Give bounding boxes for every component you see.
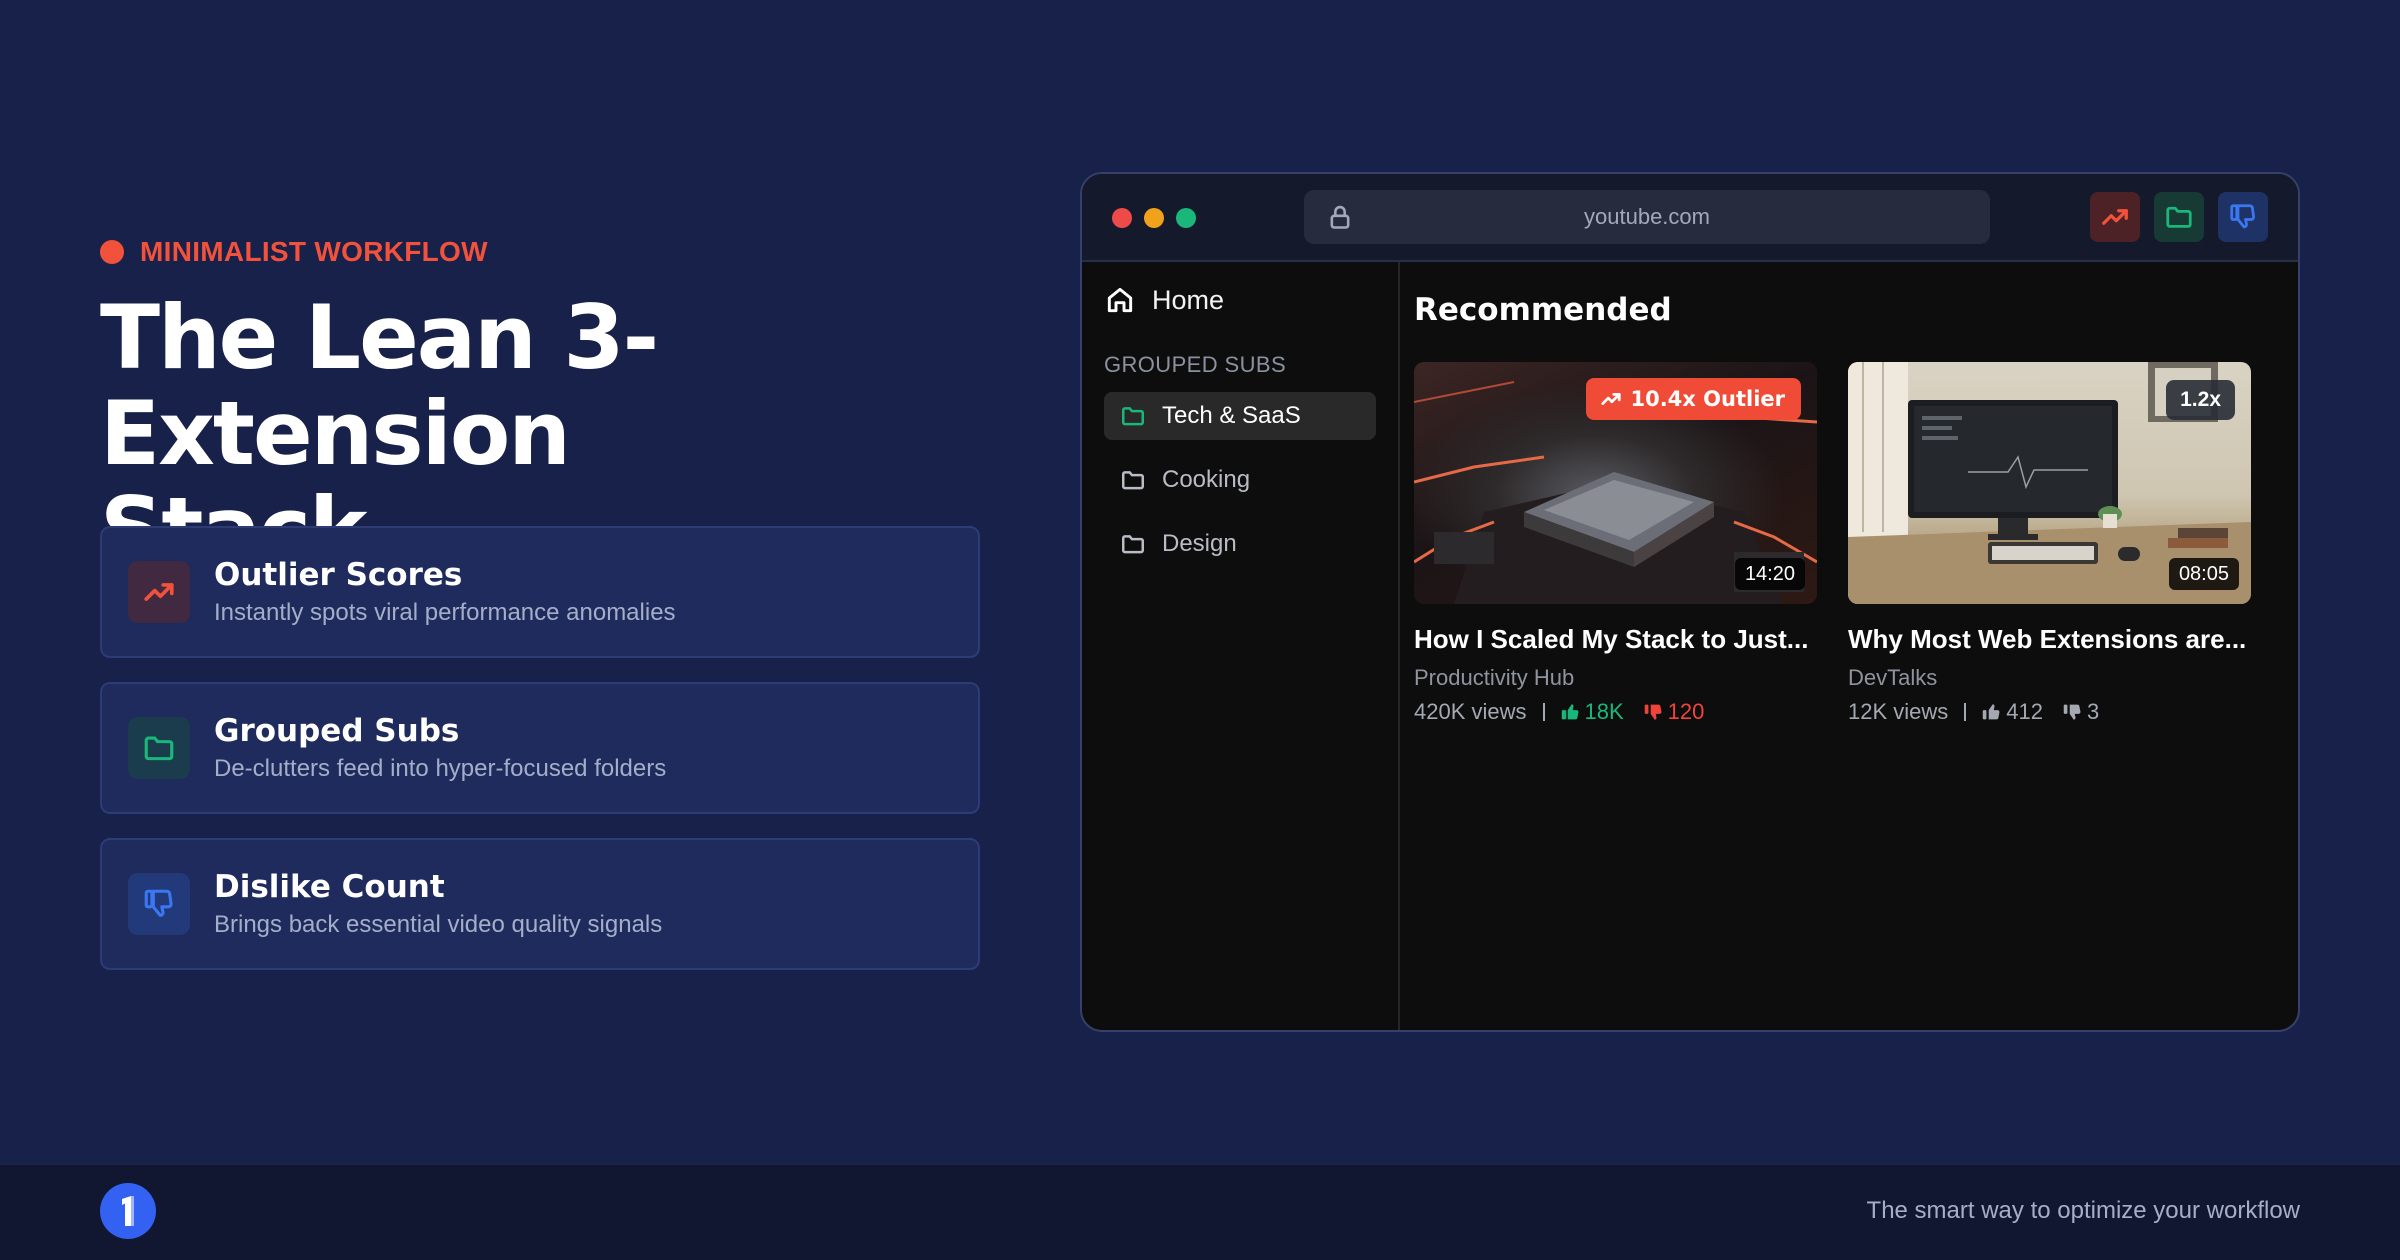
like-count: 412 — [1980, 699, 2043, 725]
sidebar-item-label: Tech & SaaS — [1162, 402, 1301, 429]
thumbs-down-icon — [2063, 704, 2081, 720]
trending-up-icon — [2102, 209, 2128, 225]
extension-toolbar — [2090, 192, 2268, 242]
like-count: 18K — [1559, 699, 1624, 725]
feature-description: Instantly spots viral performance anomal… — [214, 599, 676, 626]
video-stats: 12K views 412 3 — [1848, 699, 2251, 725]
video-card[interactable]: 1.2x 08:05 Why Most Web Extensions are..… — [1848, 362, 2251, 725]
lock-icon — [1330, 205, 1350, 229]
dislike-count-value: 120 — [1667, 699, 1705, 724]
trending-up-icon — [1601, 393, 1622, 405]
grouped-subs-extension-button[interactable] — [2154, 192, 2204, 242]
sidebar-item-design[interactable]: Design — [1104, 520, 1376, 568]
folder-list: Tech & SaaS Cooking Design — [1104, 392, 1376, 584]
sidebar-item-tech-saas[interactable]: Tech & SaaS — [1104, 392, 1376, 440]
brand-logo — [100, 1183, 156, 1239]
video-duration: 14:20 — [1734, 558, 1805, 590]
view-count: 12K views — [1848, 699, 1949, 724]
outlier-badge: 1.2x — [2166, 380, 2235, 420]
url-text: youtube.com — [1584, 204, 1710, 229]
section-title: Recommended — [1414, 292, 1672, 328]
feature-title: Grouped Subs — [214, 713, 460, 749]
folder-icon — [128, 717, 190, 779]
footer-tagline: The smart way to optimize your workflow — [1866, 1197, 2300, 1224]
feature-description: De-clutters feed into hyper-focused fold… — [214, 755, 667, 782]
feature-description: Brings back essential video quality sign… — [214, 911, 663, 938]
outlier-badge: 10.4x Outlier — [1586, 378, 1801, 420]
folder-icon — [2166, 206, 2192, 228]
dislike-count: 3 — [2061, 699, 2099, 725]
thumbs-up-icon — [1983, 704, 2000, 720]
main-feed: Recommended 10.4x Outlier 14:20 How I Sc… — [1412, 262, 2298, 1030]
sidebar-section-label: GROUPED SUBS — [1104, 352, 1287, 377]
feature-card-grouped-subs: Grouped Subs De-clutters feed into hyper… — [100, 682, 980, 814]
footer: The smart way to optimize your workflow — [0, 1164, 2400, 1260]
thumbs-down-icon — [1644, 704, 1662, 720]
video-thumbnail[interactable]: 1.2x 08:05 — [1848, 362, 2251, 604]
folder-icon — [1122, 535, 1144, 554]
channel-name[interactable]: DevTalks — [1848, 665, 2251, 691]
home-icon — [1107, 287, 1133, 313]
thumbs-down-icon — [128, 873, 190, 935]
channel-name[interactable]: Productivity Hub — [1414, 665, 1817, 691]
stats-divider — [1542, 703, 1545, 721]
thumbs-down-icon — [2230, 204, 2255, 229]
video-duration: 08:05 — [2168, 558, 2239, 590]
eyebrow: MINIMALIST WORKFLOW — [100, 232, 980, 272]
close-window-button[interactable] — [1112, 208, 1132, 228]
video-title[interactable]: Why Most Web Extensions are... — [1848, 624, 2251, 655]
feature-title: Dislike Count — [214, 869, 445, 905]
browser-window: youtube.com Home GROUPED SUBS Tech & Saa… — [1080, 172, 2300, 1032]
eyebrow-text: MINIMALIST WORKFLOW — [140, 236, 488, 267]
video-card[interactable]: 10.4x Outlier 14:20 How I Scaled My Stac… — [1414, 362, 1817, 725]
hero-section: MINIMALIST WORKFLOW The Lean 3-Extension… — [100, 232, 980, 970]
feature-title: Outlier Scores — [214, 557, 463, 593]
maximize-window-button[interactable] — [1176, 208, 1196, 228]
video-stats: 420K views 18K 120 — [1414, 699, 1817, 725]
dislike-extension-button[interactable] — [2218, 192, 2268, 242]
video-thumbnail[interactable]: 10.4x Outlier 14:20 — [1414, 362, 1817, 604]
video-title[interactable]: How I Scaled My Stack to Just... — [1414, 624, 1817, 655]
like-count-value: 18K — [1584, 699, 1624, 724]
window-controls — [1112, 208, 1196, 228]
feature-list: Outlier Scores Instantly spots viral per… — [100, 526, 980, 994]
number-one-logo-icon — [122, 1196, 134, 1226]
thumbs-up-icon — [1561, 704, 1578, 720]
outlier-extension-button[interactable] — [2090, 192, 2140, 242]
feature-card-outlier-scores: Outlier Scores Instantly spots viral per… — [100, 526, 980, 658]
browser-titlebar: youtube.com — [1082, 174, 2298, 262]
stats-divider — [1964, 703, 1967, 721]
folder-icon — [1122, 407, 1144, 426]
sidebar-item-label: Cooking — [1162, 466, 1251, 493]
trending-up-icon — [128, 561, 190, 623]
sidebar-item-label: Design — [1162, 530, 1237, 557]
view-count: 420K views — [1414, 699, 1527, 724]
eyebrow-dot — [100, 240, 124, 264]
sidebar-item-cooking[interactable]: Cooking — [1104, 456, 1376, 504]
like-count-value: 412 — [2006, 699, 2043, 724]
folder-icon — [1122, 471, 1144, 490]
sidebar: Home GROUPED SUBS Tech & SaaS Cooking De… — [1082, 262, 1400, 1030]
dislike-count: 120 — [1642, 699, 1705, 725]
sidebar-item-home[interactable]: Home — [1104, 284, 1224, 316]
dislike-count-value: 3 — [2087, 699, 2100, 724]
sidebar-item-label: Home — [1152, 284, 1225, 315]
minimize-window-button[interactable] — [1144, 208, 1164, 228]
outlier-badge-text: 10.4x Outlier — [1630, 387, 1785, 411]
feature-card-dislike-count: Dislike Count Brings back essential vide… — [100, 838, 980, 970]
address-bar[interactable]: youtube.com — [1304, 190, 1990, 244]
